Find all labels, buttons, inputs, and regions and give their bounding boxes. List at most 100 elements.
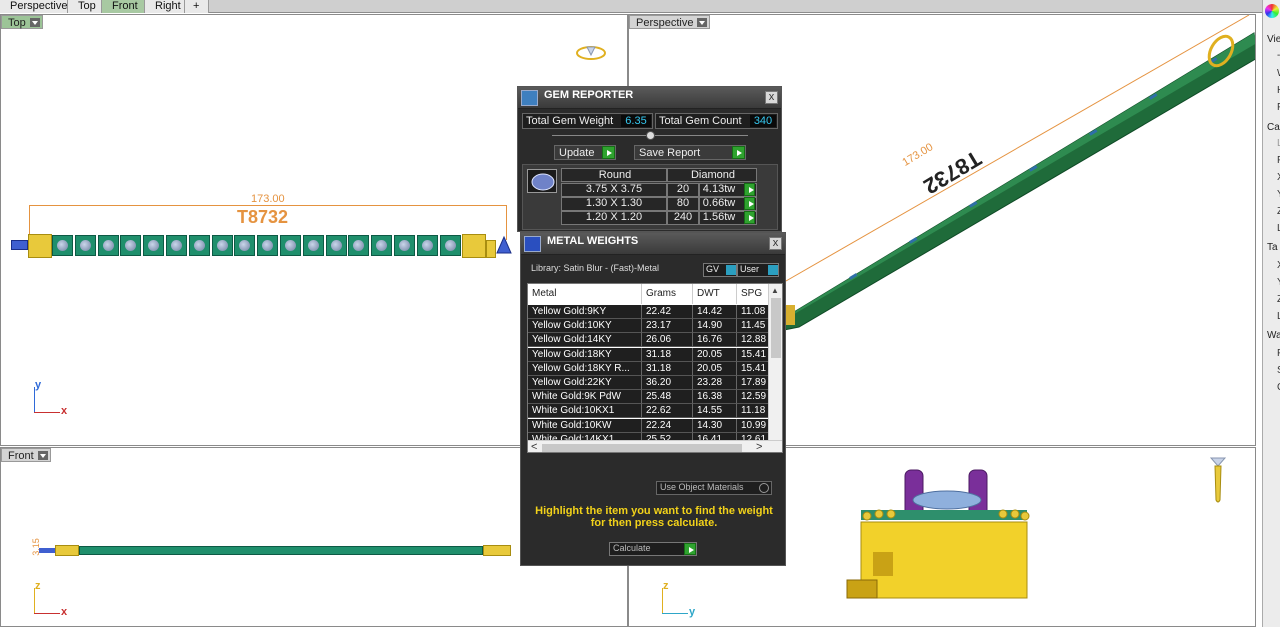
- gem-table: Round Diamond 3.75 X 3.75 20 4.13tw 1.30 X …: [522, 164, 778, 230]
- tab-top[interactable]: Top: [68, 0, 102, 13]
- viewport-front-label: Front: [8, 450, 34, 462]
- bracelet-link: [439, 235, 461, 256]
- horizontal-scrollbar[interactable]: < >: [528, 440, 782, 452]
- update-button[interactable]: Update: [554, 145, 616, 160]
- total-gem-weight-label: Total Gem Weight: [526, 115, 614, 127]
- metal-grams: 31.18: [642, 361, 693, 376]
- metal-dwt: 16.38: [693, 390, 737, 405]
- bracelet-link: [416, 235, 438, 256]
- table-row[interactable]: Yellow Gold:9KY 22.42 14.42 11.08: [528, 305, 777, 319]
- clasp-left: [39, 548, 55, 553]
- gv-toggle[interactable]: GV: [703, 263, 737, 277]
- metal-dwt: 14.30: [693, 418, 737, 433]
- table-row[interactable]: White Gold:10KX1 22.62 14.55 11.18: [528, 404, 777, 419]
- gem-total-weight: 0.66tw: [702, 197, 736, 209]
- play-icon: [684, 543, 696, 555]
- toggle-indicator-icon: [768, 265, 778, 275]
- vertical-scrollbar[interactable]: ▲: [768, 284, 782, 440]
- tab-right[interactable]: Right: [145, 0, 185, 13]
- metal-dwt: 14.55: [693, 404, 737, 419]
- save-report-button-label: Save Report: [639, 147, 701, 159]
- gem-reporter-titlebar[interactable]: GEM REPORTER x: [518, 87, 781, 109]
- tab-front[interactable]: Front: [102, 0, 145, 13]
- total-gem-weight-field: Total Gem Weight 6.35: [522, 113, 653, 129]
- metal-grams: 22.62: [642, 404, 693, 419]
- update-button-label: Update: [559, 147, 595, 159]
- calculate-button[interactable]: Calculate: [609, 542, 697, 556]
- column-header-metal[interactable]: Metal: [528, 284, 642, 304]
- bracelet-link: [52, 235, 73, 256]
- table-row[interactable]: Yellow Gold:18KY 31.18 20.05 15.41: [528, 347, 777, 362]
- table-row[interactable]: Yellow Gold:14KY 26.06 16.76 12.88: [528, 333, 777, 348]
- play-icon[interactable]: [744, 183, 755, 196]
- viewport-title-front[interactable]: Front: [1, 448, 51, 462]
- use-object-materials-toggle[interactable]: Use Object Materials: [656, 481, 772, 495]
- metal-grams: 26.06: [642, 333, 693, 348]
- table-row[interactable]: White Gold:9K PdW 25.48 16.38 12.59: [528, 390, 777, 405]
- play-icon[interactable]: [744, 211, 755, 224]
- gem-reporter-icon: [521, 90, 538, 106]
- metal-grams: 36.20: [642, 376, 693, 390]
- axis-indicator-top: y x: [34, 379, 68, 417]
- bracelet-link: [211, 235, 233, 256]
- instruction-text: Highlight the item you want to find the …: [535, 505, 773, 529]
- radio-icon: [759, 483, 769, 493]
- add-tab-button[interactable]: +: [185, 0, 209, 13]
- metal-weights-table: Metal Grams DWT SPG Yellow Gold:9KY 22.42…: [527, 283, 783, 453]
- user-toggle[interactable]: User: [737, 263, 779, 277]
- ring-icon: [1207, 456, 1229, 504]
- tab-perspective[interactable]: Perspective: [0, 0, 68, 13]
- table-row[interactable]: Yellow Gold:10KY 23.17 14.90 11.45: [528, 319, 777, 334]
- bracelet-link: [234, 235, 256, 256]
- column-header-dwt[interactable]: DWT: [693, 284, 737, 304]
- metal-name: Yellow Gold:14KY: [528, 333, 642, 348]
- close-button[interactable]: x: [769, 237, 782, 250]
- scrollbar-thumb[interactable]: [771, 298, 781, 358]
- clasp-end-left: [55, 545, 79, 556]
- color-wheel-icon[interactable]: [1265, 4, 1279, 18]
- metal-dwt: 14.42: [693, 305, 737, 319]
- metal-name: White Gold:9K PdW: [528, 390, 642, 405]
- chevron-up-icon[interactable]: ▲: [771, 286, 779, 295]
- table-row[interactable]: Yellow Gold:22KY 36.20 23.28 17.89: [528, 376, 777, 390]
- chevron-right-icon[interactable]: >: [756, 441, 762, 452]
- gem-row[interactable]: 1.20 X 1.20 240 1.56tw: [561, 211, 775, 225]
- gem-total-weight: 4.13tw: [702, 183, 736, 195]
- bracelet-link: [188, 235, 210, 256]
- bracelet-right-view[interactable]: [839, 468, 1049, 608]
- metal-name: Yellow Gold:10KY: [528, 319, 642, 334]
- metal-weights-titlebar[interactable]: METAL WEIGHTS x: [521, 233, 785, 255]
- play-icon: [602, 146, 615, 159]
- metal-weights-panel: METAL WEIGHTS x Library: Satin Blur - (F…: [520, 232, 786, 566]
- table-row[interactable]: Yellow Gold:18KY R... 31.18 20.05 15.41: [528, 361, 777, 376]
- table-row[interactable]: White Gold:10KW 22.24 14.30 10.99: [528, 418, 777, 433]
- metal-name: Yellow Gold:18KY: [528, 347, 642, 362]
- metal-dwt: 23.28: [693, 376, 737, 390]
- slider-thumb[interactable]: [646, 131, 655, 140]
- play-icon[interactable]: [744, 197, 755, 210]
- viewport-title-top[interactable]: Top: [1, 15, 43, 29]
- save-report-button[interactable]: Save Report: [634, 145, 746, 160]
- gem-row[interactable]: 1.30 X 1.30 80 0.66tw: [561, 197, 775, 211]
- metal-grams: 23.17: [642, 319, 693, 334]
- bracelet-link: [348, 235, 370, 256]
- close-button[interactable]: x: [765, 91, 778, 104]
- chevron-down-icon[interactable]: [29, 18, 40, 27]
- column-header-grams[interactable]: Grams: [642, 284, 693, 304]
- chevron-down-icon[interactable]: [37, 451, 48, 460]
- metal-name: Yellow Gold:9KY: [528, 305, 642, 319]
- total-gem-count-value: 340: [750, 115, 776, 127]
- axis-indicator-right: z y: [662, 580, 696, 618]
- scrollbar-thumb[interactable]: [542, 444, 742, 452]
- chevron-left-icon[interactable]: <: [531, 441, 537, 452]
- metal-dwt: 16.76: [693, 333, 737, 348]
- metal-name: Yellow Gold:18KY R...: [528, 361, 642, 376]
- viewport-tab-strip: Perspective Top Front Right +: [0, 0, 1262, 13]
- bracelet-front-view[interactable]: [39, 542, 513, 558]
- gem-material-header: Diamond: [667, 168, 757, 182]
- gem-size: 1.20 X 1.20: [585, 211, 643, 223]
- bracelet-link: [97, 235, 119, 256]
- gem-row[interactable]: 3.75 X 3.75 20 4.13tw: [561, 183, 775, 197]
- bracelet-top-view[interactable]: [11, 233, 512, 259]
- panel-section-label: Ca: [1267, 122, 1280, 133]
